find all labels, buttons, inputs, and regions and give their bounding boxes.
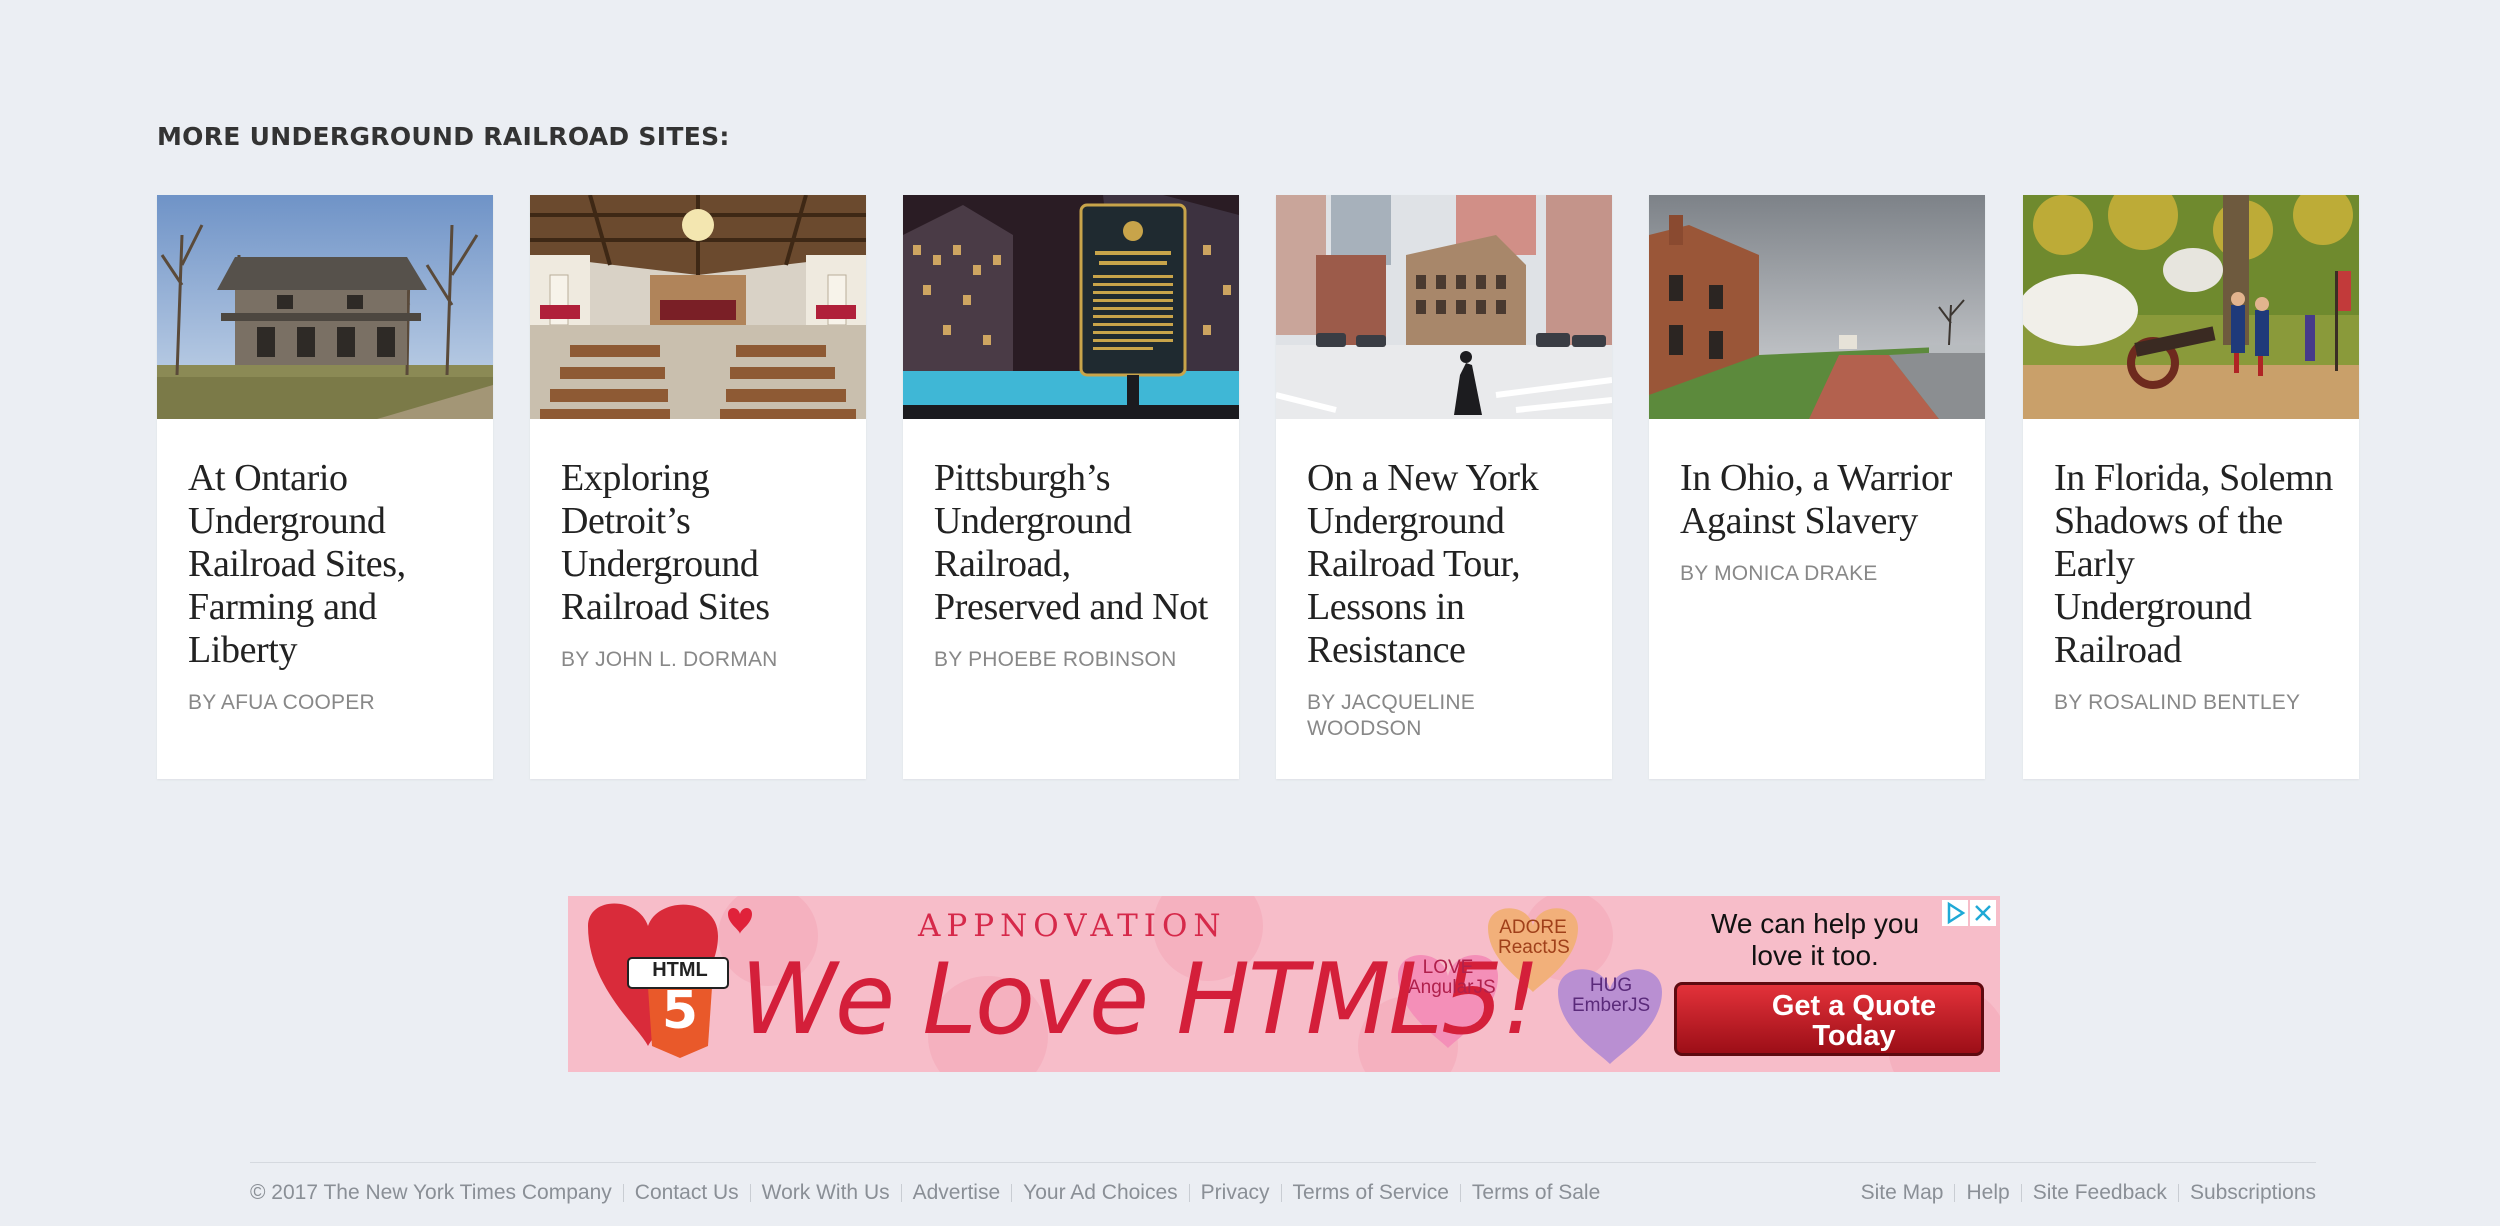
footer-link-terms-of-sale[interactable]: Terms of Sale: [1472, 1181, 1600, 1205]
article-card-new-york[interactable]: On a New York Underground Railroad Tour,…: [1276, 195, 1612, 779]
ad-tagline: We can help you love it too.: [1710, 908, 1920, 971]
footer-divider: [2177, 1184, 2179, 1202]
card-image-new-york[interactable]: [1276, 195, 1612, 419]
card-byline: By JACQUELINE WOODSON: [1307, 691, 1475, 740]
footer-link-work-with-us[interactable]: Work With Us: [762, 1181, 890, 1205]
footer-link-privacy[interactable]: Privacy: [1201, 1181, 1270, 1205]
footer-divider: [1954, 1184, 1956, 1202]
card-image-florida[interactable]: [2023, 195, 2359, 419]
card-byline: By PHOEBE ROBINSON: [934, 648, 1177, 671]
footer-divider: [1280, 1184, 1282, 1202]
footer-link-advertise[interactable]: Advertise: [913, 1181, 1001, 1205]
card-image-pittsburgh[interactable]: [903, 195, 1239, 419]
related-articles: At Ontario Underground Railroad Sites, F…: [157, 195, 2359, 779]
footer-link-site-feedback[interactable]: Site Feedback: [2033, 1181, 2167, 1205]
footer-right-links: Site Map Help Site Feedback Subscription…: [1861, 1181, 2316, 1205]
article-card-florida[interactable]: In Florida, Solemn Shadows of the Early …: [2023, 195, 2359, 779]
footer-divider: [749, 1184, 751, 1202]
footer-link-ad-choices[interactable]: Your Ad Choices: [1023, 1181, 1178, 1205]
site-footer: © 2017 The New York Times Company Contac…: [250, 1162, 2316, 1226]
card-title[interactable]: On a New York Underground Railroad Tour,…: [1307, 457, 1539, 671]
card-byline: By AFUA COOPER: [188, 691, 375, 714]
ad-brand: APPNOVATION: [918, 908, 1227, 944]
article-card-ohio[interactable]: In Ohio, a Warrior Against Slavery By MO…: [1649, 195, 1985, 779]
advertisement-banner[interactable]: 5 HTML APPNOVATION We Love HTML5! LOVE A…: [568, 896, 2000, 1072]
card-title[interactable]: Pittsburgh’s Underground Railroad, Prese…: [934, 457, 1208, 628]
section-heading: MORE UNDERGROUND RAILROAD SITES:: [157, 122, 730, 151]
footer-divider: [1459, 1184, 1461, 1202]
article-card-pittsburgh[interactable]: Pittsburgh’s Underground Railroad, Prese…: [903, 195, 1239, 779]
ad-heart-ember: HUG EmberJS: [1572, 975, 1651, 1016]
article-card-ontario[interactable]: At Ontario Underground Railroad Sites, F…: [157, 195, 493, 779]
footer-link-site-map[interactable]: Site Map: [1861, 1181, 1944, 1205]
footer-link-help[interactable]: Help: [1966, 1181, 2009, 1205]
footer-divider: [622, 1184, 624, 1202]
card-image-detroit[interactable]: [530, 195, 866, 419]
footer-divider: [1011, 1184, 1013, 1202]
get-quote-button[interactable]: Get a Quote Today: [1674, 982, 1984, 1056]
footer-link-terms-of-service[interactable]: Terms of Service: [1293, 1181, 1449, 1205]
ad-badge: HTML: [652, 959, 708, 981]
card-title[interactable]: In Florida, Solemn Shadows of the Early …: [2054, 457, 2333, 671]
copyright: © 2017 The New York Times Company: [250, 1181, 612, 1204]
card-byline: By ROSALIND BENTLEY: [2054, 691, 2301, 714]
card-title[interactable]: In Ohio, a Warrior Against Slavery: [1680, 457, 1952, 542]
close-icon[interactable]: [1970, 900, 1996, 926]
footer-divider: [1188, 1184, 1190, 1202]
card-byline: By JOHN L. DORMAN: [561, 648, 778, 671]
ad-heart-angular: LOVE AngularJS: [1408, 957, 1496, 998]
ad-heart-react: ADORE ReactJS: [1498, 917, 1570, 958]
article-card-detroit[interactable]: Exploring Detroit’s Underground Railroad…: [530, 195, 866, 779]
footer-link-contact-us[interactable]: Contact Us: [635, 1181, 739, 1205]
card-byline: By MONICA DRAKE: [1680, 562, 1878, 585]
footer-divider: [2020, 1184, 2022, 1202]
card-image-ontario[interactable]: [157, 195, 493, 419]
footer-left-links: © 2017 The New York Times Company Contac…: [250, 1181, 1600, 1205]
ad-choices-icon[interactable]: [1942, 900, 1968, 926]
footer-divider: [900, 1184, 902, 1202]
footer-link-subscriptions[interactable]: Subscriptions: [2190, 1181, 2316, 1205]
svg-text:5: 5: [662, 981, 698, 1041]
card-image-ohio[interactable]: [1649, 195, 1985, 419]
card-title[interactable]: At Ontario Underground Railroad Sites, F…: [188, 457, 406, 671]
card-title[interactable]: Exploring Detroit’s Underground Railroad…: [561, 457, 770, 628]
